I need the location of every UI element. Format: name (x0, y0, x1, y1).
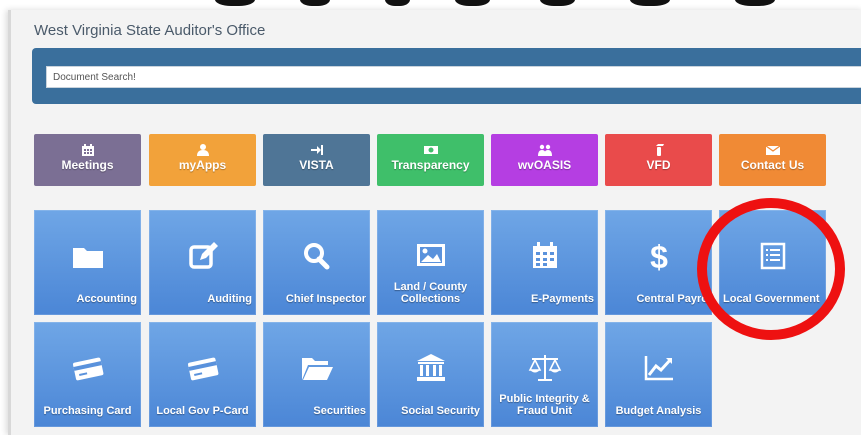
user-icon (196, 144, 209, 156)
image-icon (416, 244, 445, 266)
money-icon (423, 146, 438, 154)
tile-chief-inspector[interactable]: Chief Inspector (263, 210, 370, 315)
vfd-button[interactable]: VFD (605, 134, 712, 186)
tile-label: Public Integrity & Fraud Unit (499, 393, 590, 417)
calendar-grid-icon (532, 242, 557, 268)
cropped-banner-fragment (300, 0, 330, 6)
tile-label: Social Security (401, 405, 480, 417)
calendar-icon (81, 144, 94, 156)
tile-accounting[interactable]: Accounting (34, 210, 141, 315)
tile-label: Budget Analysis (615, 405, 702, 417)
credit-card-icon (72, 357, 103, 381)
svg-text:$: $ (650, 240, 668, 272)
cropped-banner-fragment (735, 0, 775, 6)
cropped-banner-fragment (540, 0, 575, 6)
cropped-banner-fragment (630, 0, 670, 6)
transparency-button[interactable]: Transparency (377, 134, 484, 186)
tile-auditing[interactable]: Auditing (149, 210, 256, 315)
tile-budget-analysis[interactable]: Budget Analysis (605, 322, 712, 427)
tile-label: Securities (313, 405, 366, 417)
folder-open-icon (301, 358, 333, 380)
meetings-label: Meetings (61, 158, 114, 172)
tile-purchasing-card[interactable]: Purchasing Card (34, 322, 141, 427)
site-title: West Virginia State Auditor's Office (34, 22, 266, 39)
tile-label: Local Gov P-Card (156, 405, 249, 417)
cropped-banner-fragment (385, 0, 410, 6)
tile-label: E-Payments (531, 293, 594, 305)
contact-us-button[interactable]: Contact Us (719, 134, 826, 186)
tile-public-integrity-fraud-unit[interactable]: Public Integrity & Fraud Unit (491, 322, 598, 427)
meetings-button[interactable]: Meetings (34, 134, 141, 186)
line-chart-icon (644, 356, 673, 381)
users-icon (537, 144, 552, 156)
document-search-input[interactable] (46, 66, 861, 88)
tile-land-county-collections[interactable]: Land / County Collections (377, 210, 484, 315)
tile-label: Local Government (723, 293, 820, 305)
contact-us-label: Contact Us (740, 158, 805, 172)
wvoasis-label: wvOASIS (517, 158, 572, 172)
cropped-banner-fragment (215, 0, 255, 6)
tile-label: Accounting (76, 293, 138, 305)
vista-label: VISTA (299, 158, 334, 172)
tile-social-security[interactable]: Social Security (377, 322, 484, 427)
tile-label: Chief Inspector (285, 293, 366, 305)
bank-icon (416, 354, 445, 381)
balance-scale-icon (528, 355, 561, 381)
fire-extinguisher-icon (655, 144, 664, 156)
tile-e-payments[interactable]: E-Payments (491, 210, 598, 315)
tile-securities[interactable]: Securities (263, 322, 370, 427)
folder-icon (72, 248, 103, 268)
edit-icon (188, 242, 218, 269)
list-document-icon (760, 242, 785, 270)
cropped-banner-fragment (455, 0, 490, 6)
myapps-label: myApps (178, 158, 227, 172)
transparency-label: Transparency (391, 158, 470, 172)
tile-central-payroll[interactable]: $ Central Payro (605, 210, 712, 315)
search-icon (303, 243, 329, 270)
wvoasis-button[interactable]: wvOASIS (491, 134, 598, 186)
tile-local-government[interactable]: Local Government (719, 210, 826, 315)
envelope-icon (765, 145, 780, 155)
vfd-label: VFD (646, 158, 671, 172)
tile-local-gov-p-card[interactable]: Local Gov P-Card (149, 322, 256, 427)
tile-label: Auditing (207, 293, 252, 305)
tile-label: Purchasing Card (43, 405, 132, 417)
dollar-icon: $ (650, 240, 668, 272)
vista-button[interactable]: VISTA (263, 134, 370, 186)
myapps-button[interactable]: myApps (149, 134, 256, 186)
sign-in-icon (310, 145, 323, 155)
tile-label: Central Payro (636, 293, 708, 305)
tile-label: Land / County Collections (393, 281, 468, 305)
credit-card-icon (187, 357, 218, 381)
